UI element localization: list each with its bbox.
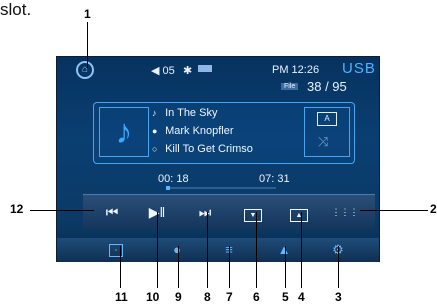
navigation-icon[interactable]: ▲ [275, 241, 293, 259]
callout-2: 2 [430, 202, 437, 216]
callout-11: 11 [115, 290, 128, 304]
playback-mode-panel: A ⤨ [304, 107, 350, 157]
callout-line-6 [256, 212, 257, 288]
track-info-card: ♪ ♪ In The Sky ● Mark Knopfler ○ Kill To… [93, 102, 355, 164]
elapsed-time: 00: 18 [158, 173, 189, 185]
source-label[interactable]: USB [342, 60, 376, 77]
playback-controls: ⏮ ▶‖ ⏭ ▼ ▲ ⋮⋮⋮ [83, 194, 375, 229]
disc-icon: ○ [152, 144, 158, 154]
microphone-icon[interactable]: ● [168, 241, 186, 259]
folder-down-button[interactable]: ▼ [229, 195, 277, 229]
total-time: 07: 31 [259, 173, 290, 185]
progress-fill [166, 186, 170, 190]
callout-1: 1 [84, 7, 91, 21]
callout-line-2 [360, 210, 428, 211]
head-unit-screen: ⌂ ◀ 05 ✱ PM 12:26 USB File 38 / 95 ♪ ♪ I… [56, 56, 380, 262]
note-icon: ♪ [152, 108, 157, 118]
callout-line-9 [178, 246, 179, 288]
music-note-icon: ♪ [99, 107, 149, 157]
callout-line-3 [338, 246, 339, 288]
clock: PM 12:26 [272, 64, 320, 76]
home-icon[interactable]: ⌂ [76, 61, 94, 79]
callout-6: 6 [253, 290, 260, 304]
callout-line-7 [229, 246, 230, 288]
callout-7: 7 [226, 290, 233, 304]
callout-8: 8 [204, 290, 211, 304]
callout-line-4 [301, 212, 302, 288]
callout-line-11 [120, 246, 121, 288]
callout-4: 4 [298, 290, 305, 304]
album-name: Kill To Get Crimso [165, 143, 253, 155]
artist-row: ● Mark Knopfler [152, 125, 234, 137]
album-row: ○ Kill To Get Crimso [152, 143, 253, 155]
speaker-icon: ◀ [151, 65, 160, 77]
track-title: In The Sky [165, 107, 218, 119]
folder-up-button[interactable]: ▲ [275, 195, 323, 229]
callout-5: 5 [282, 290, 289, 304]
callout-9: 9 [175, 290, 182, 304]
artist-name: Mark Knopfler [165, 125, 234, 137]
callout-line-12 [30, 210, 94, 211]
folder-down-icon: ▼ [244, 209, 262, 222]
callout-line-1 [87, 22, 88, 68]
folder-up-icon: ▲ [290, 209, 308, 222]
progress-track[interactable] [166, 187, 276, 189]
callout-line-8 [207, 212, 208, 288]
bottom-dock: ▫ ● ≡ ▲ ⚙ [57, 238, 379, 262]
callout-12: 12 [10, 202, 24, 216]
previous-button[interactable]: ⏮ [88, 195, 136, 229]
menu-button[interactable]: ⋮⋮⋮ [321, 195, 369, 229]
shuffle-icon[interactable]: ⤨ [318, 134, 328, 150]
caption-text: slot. [0, 0, 32, 19]
person-icon: ● [152, 126, 158, 136]
callout-line-10 [157, 212, 158, 288]
callout-10: 10 [146, 290, 160, 304]
next-button[interactable]: ⏭ [181, 195, 229, 229]
volume-indicator: ◀ 05 [151, 64, 175, 77]
file-label: File [281, 83, 299, 90]
battery-icon [198, 65, 212, 72]
volume-value: 05 [162, 65, 175, 77]
repeat-icon[interactable]: A [317, 112, 337, 126]
track-title-row: ♪ In The Sky [152, 107, 217, 119]
bluetooth-icon: ✱ [183, 65, 193, 77]
callout-line-5 [285, 246, 286, 288]
callout-3: 3 [335, 290, 342, 304]
file-counter: 38 / 95 [307, 79, 347, 94]
